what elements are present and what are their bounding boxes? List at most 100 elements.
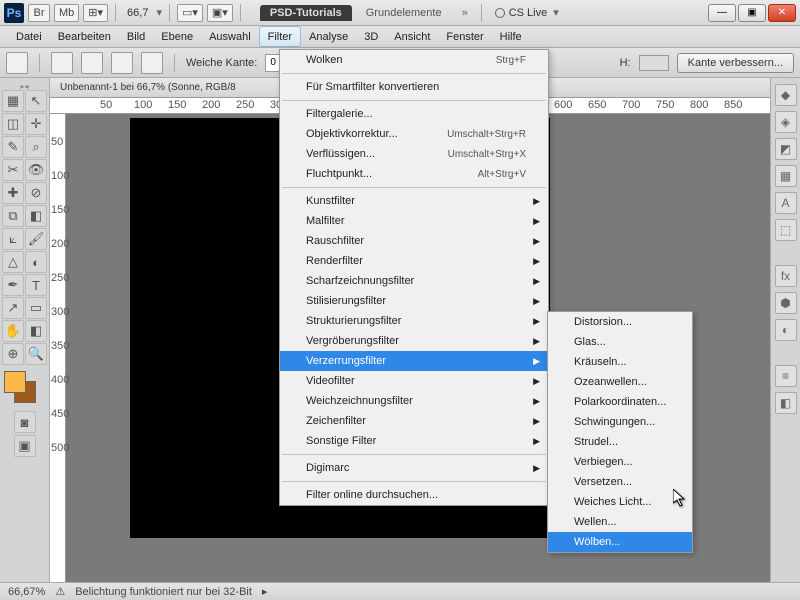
tool-22[interactable]: ⊕ — [2, 343, 24, 365]
panel-icon[interactable]: A — [775, 192, 797, 214]
arrange-button[interactable]: ▭▾ — [177, 4, 203, 22]
workspace-tab-psd[interactable]: PSD-Tutorials — [260, 5, 352, 21]
filter-item[interactable]: Sonstige Filter▶ — [280, 431, 548, 451]
menu-ansicht[interactable]: Ansicht — [386, 26, 438, 47]
tool-9[interactable]: ⊘ — [25, 182, 47, 204]
filter-item[interactable]: WolkenStrg+F — [280, 50, 548, 70]
tool-23[interactable]: 🔍 — [25, 343, 47, 365]
panel-icon[interactable]: ▦ — [775, 165, 797, 187]
panel-grip-icon[interactable]: ▸◂ — [2, 82, 47, 90]
minibridge-button[interactable]: Mb — [54, 4, 79, 22]
panel-icon[interactable]: ⬢ — [775, 292, 797, 314]
selection-mode-sub[interactable] — [111, 52, 133, 74]
tool-preset-icon[interactable] — [6, 52, 28, 74]
tool-13[interactable]: 🖌 — [25, 228, 47, 250]
panel-icon[interactable]: ◐ — [775, 319, 797, 341]
filter-item[interactable]: Für Smartfilter konvertieren — [280, 77, 548, 97]
close-button[interactable]: ✕ — [768, 4, 796, 22]
minimize-button[interactable]: — — [708, 4, 736, 22]
refine-edge-button[interactable]: Kante verbessern... — [677, 53, 794, 73]
menu-auswahl[interactable]: Auswahl — [201, 26, 259, 47]
submenu-item[interactable]: Wölben... — [548, 532, 692, 552]
tool-21[interactable]: ◧ — [25, 320, 47, 342]
menu-datei[interactable]: Datei — [8, 26, 50, 47]
filter-item[interactable]: Malfilter▶ — [280, 211, 548, 231]
tool-12[interactable]: ⟀ — [2, 228, 24, 250]
tool-7[interactable]: 👁 — [25, 159, 47, 181]
submenu-item[interactable]: Strudel... — [548, 432, 692, 452]
filter-item[interactable]: Verflüssigen...Umschalt+Strg+X — [280, 144, 548, 164]
tool-6[interactable]: ✂ — [2, 159, 24, 181]
panel-icon[interactable]: ◧ — [775, 392, 797, 414]
submenu-item[interactable]: Distorsion... — [548, 312, 692, 332]
selection-mode-new[interactable] — [51, 52, 73, 74]
tool-15[interactable]: ◐ — [25, 251, 47, 273]
panel-icon[interactable]: ⬚ — [775, 219, 797, 241]
filter-item[interactable]: Objektivkorrektur...Umschalt+Strg+R — [280, 124, 548, 144]
submenu-item[interactable]: Polarkoordinaten... — [548, 392, 692, 412]
panel-icon[interactable]: ◆ — [775, 84, 797, 106]
menu-bild[interactable]: Bild — [119, 26, 153, 47]
menu-fenster[interactable]: Fenster — [438, 26, 491, 47]
panel-icon[interactable]: ◩ — [775, 138, 797, 160]
bridge-button[interactable]: Br — [28, 4, 50, 22]
panel-icon[interactable]: ◈ — [775, 111, 797, 133]
tool-10[interactable]: ⧉ — [2, 205, 24, 227]
submenu-item[interactable]: Kräuseln... — [548, 352, 692, 372]
tool-19[interactable]: ▭ — [25, 297, 47, 319]
submenu-item[interactable]: Ozeanwellen... — [548, 372, 692, 392]
menu-3d[interactable]: 3D — [356, 26, 386, 47]
filter-item[interactable]: Filter online durchsuchen... — [280, 485, 548, 505]
menu-bearbeiten[interactable]: Bearbeiten — [50, 26, 119, 47]
submenu-item[interactable]: Verbiegen... — [548, 452, 692, 472]
menu-analyse[interactable]: Analyse — [301, 26, 356, 47]
color-swatches[interactable] — [2, 371, 42, 407]
filter-item[interactable]: Filtergalerie... — [280, 104, 548, 124]
submenu-item[interactable]: Wellen... — [548, 512, 692, 532]
submenu-item[interactable]: Glas... — [548, 332, 692, 352]
selection-mode-int[interactable] — [141, 52, 163, 74]
panel-icon[interactable]: ≡ — [775, 365, 797, 387]
screenmode-tool[interactable]: ▣ — [14, 435, 36, 457]
submenu-item[interactable]: Weiches Licht... — [548, 492, 692, 512]
filter-item[interactable]: Rauschfilter▶ — [280, 231, 548, 251]
filter-item[interactable]: Kunstfilter▶ — [280, 191, 548, 211]
quickmask-button[interactable]: ◙ — [14, 411, 36, 433]
submenu-item[interactable]: Schwingungen... — [548, 412, 692, 432]
screenmode-button[interactable]: ▣▾ — [207, 4, 233, 22]
tool-17[interactable]: T — [25, 274, 47, 296]
filter-item[interactable]: Verzerrungsfilter▶ — [280, 351, 548, 371]
tool-0[interactable]: ▦ — [2, 90, 24, 112]
tool-3[interactable]: ✛ — [25, 113, 47, 135]
view-extras-button[interactable]: ⊞▾ — [83, 4, 108, 22]
tool-5[interactable]: ⌕ — [25, 136, 47, 158]
cslive-button[interactable]: CS Live▾ — [495, 6, 559, 19]
menu-hilfe[interactable]: Hilfe — [492, 26, 530, 47]
tool-8[interactable]: ✚ — [2, 182, 24, 204]
tool-1[interactable]: ↖ — [25, 90, 47, 112]
height-swatch[interactable] — [639, 55, 669, 71]
menu-filter[interactable]: Filter — [259, 26, 301, 47]
filter-item[interactable]: Strukturierungsfilter▶ — [280, 311, 548, 331]
panel-icon[interactable]: fx — [775, 265, 797, 287]
tool-11[interactable]: ◧ — [25, 205, 47, 227]
tool-14[interactable]: △ — [2, 251, 24, 273]
tool-20[interactable]: ✋ — [2, 320, 24, 342]
filter-item[interactable]: Zeichenfilter▶ — [280, 411, 548, 431]
tool-2[interactable]: ◫ — [2, 113, 24, 135]
filter-item[interactable]: Vergröberungsfilter▶ — [280, 331, 548, 351]
filter-item[interactable]: Fluchtpunkt...Alt+Strg+V — [280, 164, 548, 184]
workspace-more-icon[interactable]: » — [462, 7, 468, 19]
menu-ebene[interactable]: Ebene — [153, 26, 201, 47]
filter-item[interactable]: Scharfzeichnungsfilter▶ — [280, 271, 548, 291]
tool-18[interactable]: ↗ — [2, 297, 24, 319]
selection-mode-add[interactable] — [81, 52, 103, 74]
workspace-tab-grund[interactable]: Grundelemente — [356, 5, 452, 21]
fg-color-swatch[interactable] — [4, 371, 26, 393]
submenu-item[interactable]: Versetzen... — [548, 472, 692, 492]
status-zoom[interactable]: 66,67% — [8, 586, 45, 598]
filter-item[interactable]: Renderfilter▶ — [280, 251, 548, 271]
status-chevron-icon[interactable]: ▸ — [262, 585, 268, 598]
tool-4[interactable]: ✎ — [2, 136, 24, 158]
zoom-field[interactable]: 66,7 — [123, 7, 152, 19]
